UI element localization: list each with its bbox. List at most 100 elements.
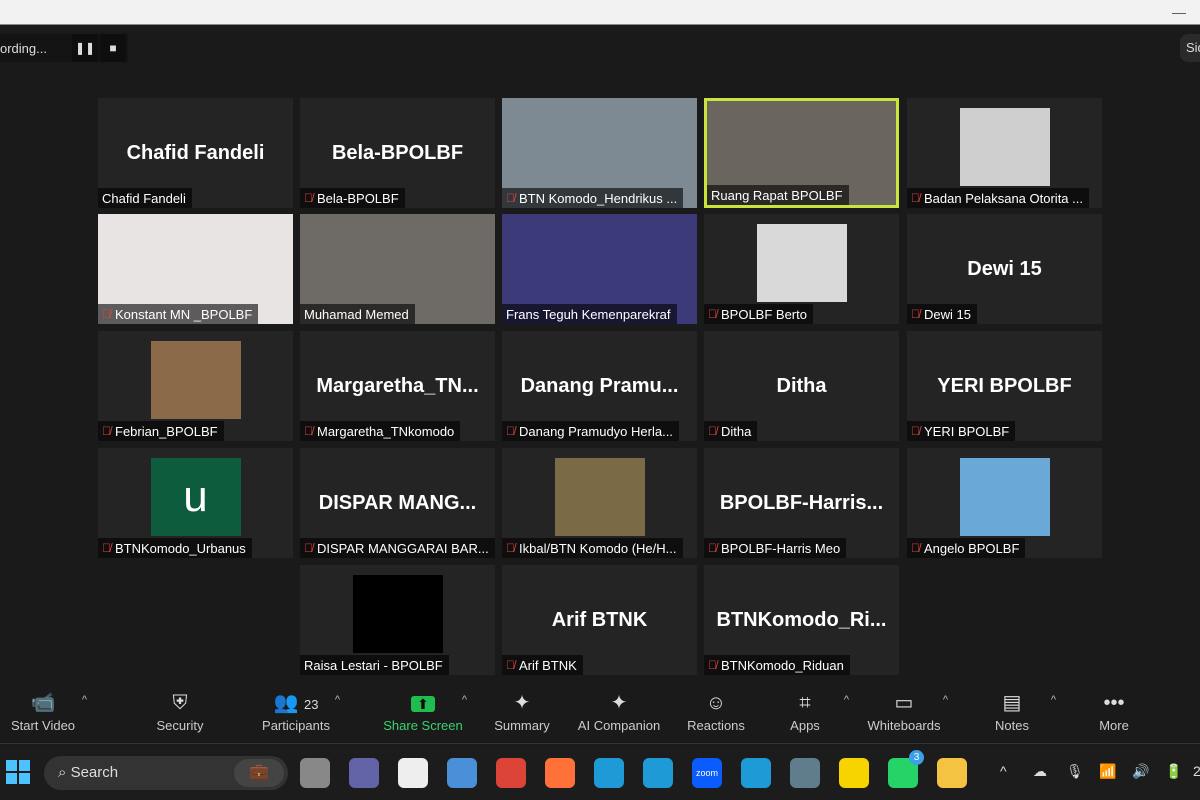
mic-muted-icon: 🎙̸ (304, 191, 313, 205)
participant-name-label: 🎙̸ BTNKomodo_Urbanus (98, 538, 252, 558)
participant-name: Febrian_BPOLBF (115, 424, 218, 439)
participant-tile[interactable]: 🎙̸ Ikbal/BTN Komodo (He/H... (502, 448, 697, 558)
summary-button[interactable]: ✦ Summary (472, 688, 572, 733)
toolbar-label: AI Companion (577, 718, 661, 733)
participant-tile[interactable]: Raisa Lestari - BPOLBF (300, 565, 495, 675)
participant-name-label: 🎙̸ BPOLBF Berto (704, 304, 813, 324)
participant-tile[interactable]: Arif BTNK 🎙̸ Arif BTNK (502, 565, 697, 675)
search-box[interactable]: ⌕ Search 💼 (44, 756, 288, 790)
side-panel-button[interactable]: Sid (1180, 34, 1200, 62)
participant-tile[interactable]: BTNKomodo_Ri... 🎙̸ BTNKomodo_Riduan (704, 565, 899, 675)
toolbar-label: Apps (790, 718, 820, 733)
edge-icon[interactable] (594, 758, 624, 788)
caret-up-icon[interactable]: ^ (1051, 694, 1056, 706)
reactions-button[interactable]: ☺ Reactions (666, 688, 766, 733)
calculator-icon[interactable] (790, 758, 820, 788)
participant-display-name: BPOLBF-Harris... (719, 492, 884, 514)
video-off-icon: 📹 (30, 692, 56, 714)
participant-tile[interactable]: u 🎙̸ BTNKomodo_Urbanus (98, 448, 293, 558)
minimize-button[interactable]: — (1172, 4, 1186, 20)
participant-tile[interactable]: Danang Pramu... 🎙̸ Danang Pramudyo Herla..… (502, 331, 697, 441)
clock[interactable]: 2 (1193, 763, 1200, 779)
participant-tile[interactable]: DISPAR MANG... 🎙̸ DISPAR MANGGARAI BAR... (300, 448, 495, 558)
notes-button[interactable]: ▤ Notes ^ (962, 688, 1062, 733)
participant-avatar (150, 341, 241, 419)
participant-tile[interactable]: Frans Teguh Kemenparekraf (502, 214, 697, 324)
ai-companion-icon: ✦ (610, 692, 628, 714)
participant-name: YERI BPOLBF (924, 424, 1010, 439)
participants-icon: 👥 23 (273, 692, 319, 714)
participant-name: Frans Teguh Kemenparekraf (506, 307, 671, 322)
participant-count: 23 (304, 697, 319, 712)
store-icon[interactable] (398, 758, 428, 788)
participant-display-name: Bela-BPOLBF (331, 142, 464, 164)
participant-tile[interactable]: Muhamad Memed (300, 214, 495, 324)
window-titlebar: — (0, 0, 1200, 25)
caret-up-icon[interactable]: ^ (335, 694, 340, 706)
start-video-button[interactable]: 📹 Start Video ^ (0, 688, 93, 733)
more-button[interactable]: ••• More (1064, 688, 1164, 733)
teams-icon[interactable] (349, 758, 379, 788)
toolbar-label: More (1099, 718, 1129, 733)
participant-tile[interactable]: 🎙̸ Badan Pelaksana Otorita ... (907, 98, 1102, 208)
zoom-icon[interactable]: zoom (692, 758, 722, 788)
mic-muted-icon: 🎙̸ (102, 541, 111, 555)
battery-icon[interactable]: 🔋 (1165, 763, 1182, 780)
participant-name-label: 🎙̸ DISPAR MANGGARAI BAR... (300, 538, 495, 558)
participant-tile[interactable]: Dewi 15 🎙̸ Dewi 15 (907, 214, 1102, 324)
caret-up-icon[interactable]: ^ (943, 694, 948, 706)
participant-tile[interactable]: YERI BPOLBF 🎙̸ YERI BPOLBF (907, 331, 1102, 441)
toolbar-label: Reactions (687, 718, 745, 733)
show-hidden-icons[interactable]: ^ (1000, 763, 1007, 779)
wifi-icon[interactable]: 📶 (1099, 763, 1116, 780)
whiteboards-button[interactable]: ▭ Whiteboards ^ (854, 688, 954, 733)
file-explorer-icon[interactable] (937, 758, 967, 788)
participant-tile[interactable]: 🎙̸ Konstant MN _BPOLBF (98, 214, 293, 324)
participant-name-label: 🎙̸ BPOLBF-Harris Meo (704, 538, 847, 558)
participant-tile[interactable]: Bela-BPOLBF 🎙̸ Bela-BPOLBF (300, 98, 495, 208)
start-button[interactable] (6, 760, 30, 784)
firefox-icon[interactable] (545, 758, 575, 788)
stop-recording-button[interactable]: ■ (100, 34, 126, 62)
edge-profile-icon[interactable] (643, 758, 673, 788)
apps-button[interactable]: ⌗ Apps ^ (755, 688, 855, 733)
chrome-icon[interactable] (496, 758, 526, 788)
participant-avatar (959, 108, 1050, 186)
participant-tile[interactable]: 🎙̸ Febrian_BPOLBF (98, 331, 293, 441)
participant-tile[interactable]: Margaretha_TN... 🎙̸ Margaretha_TNkomodo (300, 331, 495, 441)
share-screen-button[interactable]: ⬆ Share Screen ^ (373, 688, 473, 733)
search-icon: ⌕ (58, 764, 71, 781)
edge-work-icon[interactable] (741, 758, 771, 788)
onedrive-icon[interactable]: ☁ (1033, 763, 1047, 780)
participant-tile[interactable]: Ruang Rapat BPOLBF (704, 98, 899, 208)
participant-display-name: Arif BTNK (551, 609, 648, 631)
participant-tile[interactable]: BPOLBF-Harris... 🎙̸ BPOLBF-Harris Meo (704, 448, 899, 558)
caret-up-icon[interactable]: ^ (462, 694, 467, 706)
caret-up-icon[interactable]: ^ (844, 694, 849, 706)
microphone-icon[interactable]: 🎙 (1066, 763, 1084, 780)
mic-muted-icon: 🎙̸ (708, 658, 717, 672)
security-button[interactable]: ⛨ Security (130, 688, 230, 733)
caret-up-icon[interactable]: ^ (82, 694, 87, 706)
whatsapp-icon[interactable]: 3 (888, 750, 924, 788)
mic-muted-icon: 🎙̸ (102, 424, 111, 438)
participant-display-name: Margaretha_TN... (316, 375, 479, 397)
participant-tile[interactable]: Ditha 🎙̸ Ditha (704, 331, 899, 441)
participant-name: BTNKomodo_Riduan (721, 658, 844, 673)
participant-name-label: 🎙̸ Febrian_BPOLBF (98, 421, 224, 441)
participant-tile[interactable]: Chafid Fandeli Chafid Fandeli (98, 98, 293, 208)
participant-avatar (959, 458, 1050, 536)
participant-tile[interactable]: 🎙̸ Angelo BPOLBF (907, 448, 1102, 558)
participant-tile[interactable]: 🎙̸ BTN Komodo_Hendrikus ... (502, 98, 697, 208)
participants-button[interactable]: 👥 23 Participants ^ (246, 688, 346, 733)
pause-recording-button[interactable]: ❚❚ (72, 34, 98, 62)
notepad-icon[interactable] (447, 758, 477, 788)
summary-icon: ✦ (513, 692, 531, 714)
ai-companion-button[interactable]: ✦ AI Companion (569, 688, 669, 733)
sticky-notes-icon[interactable] (839, 758, 869, 788)
shield-icon: ⛨ (172, 692, 188, 714)
apps-icon: ⌗ (799, 692, 811, 714)
volume-icon[interactable]: 🔊 (1132, 763, 1149, 780)
task-view-icon[interactable] (300, 758, 330, 788)
participant-tile[interactable]: 🎙̸ BPOLBF Berto (704, 214, 899, 324)
